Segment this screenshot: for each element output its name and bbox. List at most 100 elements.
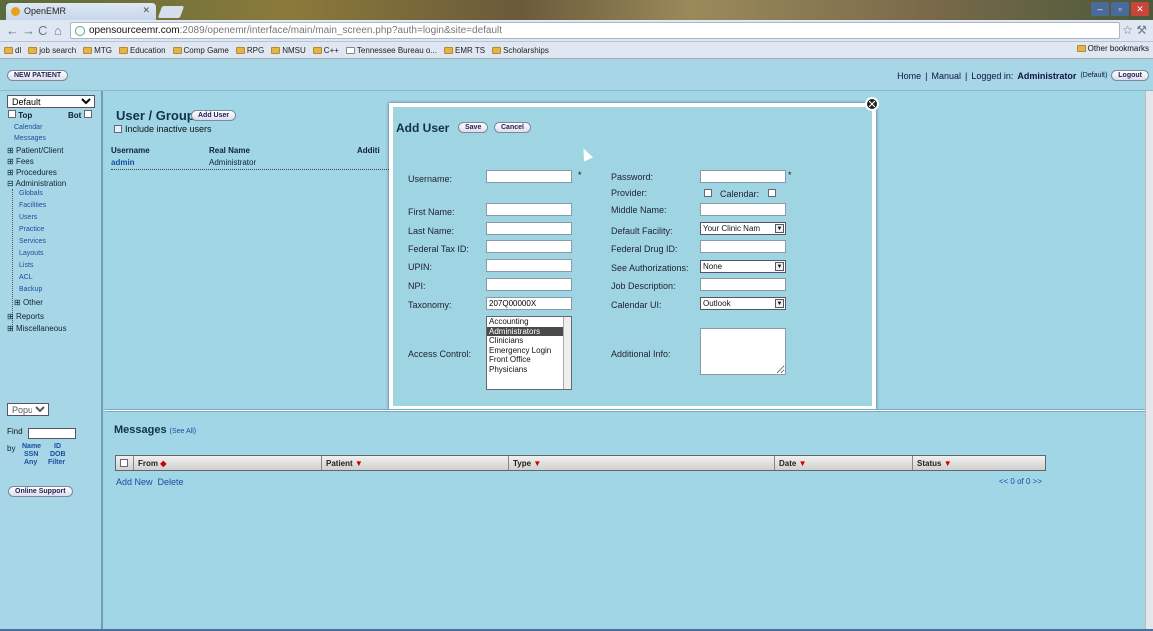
- star-wrench-icons[interactable]: ☆ ⚒: [1122, 23, 1147, 37]
- bookmark-item[interactable]: EMR TS: [443, 46, 485, 55]
- close-dialog-icon[interactable]: ✕: [865, 97, 879, 111]
- see-all-link[interactable]: (See All): [170, 428, 196, 435]
- username-field[interactable]: [486, 170, 572, 183]
- bot-checkbox-row[interactable]: Bot: [68, 110, 92, 120]
- calendar-checkbox[interactable]: [768, 189, 776, 197]
- reload-icon[interactable]: C: [38, 23, 47, 38]
- address-bar[interactable]: opensourceemr.com:2089/openemr/interface…: [70, 22, 1120, 39]
- npi-field[interactable]: [486, 278, 572, 291]
- nav-reports[interactable]: ⊞ Reports: [7, 312, 44, 321]
- list-item[interactable]: Front Office: [487, 355, 571, 365]
- delete-link[interactable]: Delete: [158, 477, 184, 487]
- default-facility-select[interactable]: Your Clinic Nam ▼: [700, 222, 786, 235]
- nav-facilities[interactable]: Facilities: [19, 202, 46, 209]
- include-inactive-checkbox[interactable]: [114, 125, 122, 133]
- list-item[interactable]: Clinicians: [487, 336, 571, 346]
- search-by-ssn[interactable]: SSN: [24, 451, 38, 458]
- bookmark-item[interactable]: C++: [312, 46, 339, 55]
- job-desc-field[interactable]: [700, 278, 786, 291]
- nav-miscellaneous[interactable]: ⊞ Miscellaneous: [7, 324, 67, 333]
- nav-acl[interactable]: ACL: [19, 274, 33, 281]
- list-item[interactable]: Physicians: [487, 365, 571, 375]
- bookmark-item[interactable]: RPG: [235, 46, 264, 55]
- pager[interactable]: << 0 of 0 >>: [999, 477, 1042, 486]
- select-all-checkbox[interactable]: [116, 456, 134, 470]
- bookmark-item[interactable]: job search: [28, 46, 76, 55]
- see-auth-select[interactable]: None ▼: [700, 260, 786, 273]
- popups-select[interactable]: Popups: [7, 403, 49, 416]
- bookmark-item[interactable]: dl: [4, 46, 21, 55]
- save-button[interactable]: Save: [458, 122, 489, 133]
- listbox-scrollbar[interactable]: [563, 317, 571, 389]
- top-checkbox[interactable]: [8, 110, 16, 118]
- password-field[interactable]: [700, 170, 786, 183]
- bookmark-item[interactable]: MTG: [83, 46, 112, 55]
- bookmark-item[interactable]: Education: [118, 46, 166, 55]
- table-row[interactable]: admin Administrator: [111, 158, 401, 170]
- online-support-button[interactable]: Online Support: [8, 486, 73, 497]
- new-patient-button[interactable]: NEW PATIENT: [7, 70, 69, 81]
- nav-practice[interactable]: Practice: [19, 226, 44, 233]
- access-control-listbox[interactable]: Accounting Administrators Clinicians Eme…: [486, 316, 572, 390]
- maximize-icon[interactable]: ▫: [1111, 2, 1129, 16]
- find-input[interactable]: [28, 428, 76, 439]
- bookmark-item[interactable]: NMSU: [271, 46, 306, 55]
- cancel-button[interactable]: Cancel: [494, 122, 531, 133]
- include-inactive-row[interactable]: Include inactive users: [114, 124, 212, 134]
- first-name-field[interactable]: [486, 203, 572, 216]
- calendar-ui-select[interactable]: Outlook ▼: [700, 297, 786, 310]
- home-icon[interactable]: ⌂: [54, 23, 62, 38]
- federal-drug-field[interactable]: [700, 240, 786, 253]
- new-tab-button[interactable]: [157, 6, 185, 18]
- last-name-field[interactable]: [486, 222, 572, 235]
- col-status[interactable]: Status ▼: [913, 456, 1045, 470]
- nav-fees[interactable]: ⊞ Fees: [7, 157, 34, 166]
- list-item[interactable]: Accounting: [487, 317, 571, 327]
- logout-button[interactable]: Logout: [1111, 70, 1149, 81]
- nav-backup[interactable]: Backup: [19, 286, 42, 293]
- provider-checkbox[interactable]: [704, 189, 712, 197]
- other-bookmarks[interactable]: Other bookmarks: [1076, 44, 1149, 53]
- close-window-icon[interactable]: ✕: [1131, 2, 1149, 16]
- bookmark-item[interactable]: Scholarships: [492, 46, 549, 55]
- federal-tax-field[interactable]: [486, 240, 572, 253]
- upin-field[interactable]: [486, 259, 572, 272]
- manual-link[interactable]: Manual: [932, 71, 962, 81]
- nav-users[interactable]: Users: [19, 214, 37, 221]
- col-patient[interactable]: Patient ▼: [322, 456, 509, 470]
- top-checkbox-row[interactable]: Top: [8, 110, 32, 120]
- search-by-dob[interactable]: DOB: [50, 451, 66, 458]
- nav-services[interactable]: Services: [19, 238, 46, 245]
- nav-messages[interactable]: Messages: [14, 135, 46, 142]
- back-icon[interactable]: ←: [6, 23, 19, 38]
- search-filter[interactable]: Filter: [48, 459, 65, 466]
- menu-selector[interactable]: Default: [7, 95, 95, 108]
- col-type[interactable]: Type ▼: [509, 456, 775, 470]
- add-new-link[interactable]: Add New Delete: [116, 477, 184, 487]
- search-by-id[interactable]: ID: [54, 443, 61, 450]
- minimize-icon[interactable]: –: [1091, 2, 1109, 16]
- additional-info-field[interactable]: [700, 328, 786, 375]
- home-link[interactable]: Home: [897, 71, 921, 81]
- nav-other[interactable]: ⊞ Other: [14, 298, 43, 307]
- bookmark-item[interactable]: Comp Game: [172, 46, 229, 55]
- nav-calendar[interactable]: Calendar: [14, 124, 42, 131]
- list-item-selected[interactable]: Administrators: [487, 326, 571, 336]
- nav-layouts[interactable]: Layouts: [19, 250, 44, 257]
- bookmark-item[interactable]: Tennessee Bureau o...: [345, 46, 437, 55]
- taxonomy-field[interactable]: [486, 297, 572, 310]
- list-item[interactable]: Emergency Login: [487, 346, 571, 356]
- add-user-button[interactable]: Add User: [191, 110, 237, 121]
- col-from[interactable]: From ◆: [134, 456, 322, 470]
- search-by-any[interactable]: Any: [24, 459, 37, 466]
- page-scrollbar[interactable]: [1145, 91, 1153, 631]
- browser-tab[interactable]: OpenEMR ✕: [6, 3, 156, 20]
- nav-procedures[interactable]: ⊞ Procedures: [7, 168, 57, 177]
- close-tab-icon[interactable]: ✕: [142, 5, 150, 16]
- bot-checkbox[interactable]: [83, 110, 92, 118]
- middle-name-field[interactable]: [700, 203, 786, 216]
- nav-lists[interactable]: Lists: [19, 262, 33, 269]
- search-by-name[interactable]: Name: [22, 443, 41, 450]
- forward-icon[interactable]: →: [22, 23, 35, 38]
- col-date[interactable]: Date ▼: [775, 456, 913, 470]
